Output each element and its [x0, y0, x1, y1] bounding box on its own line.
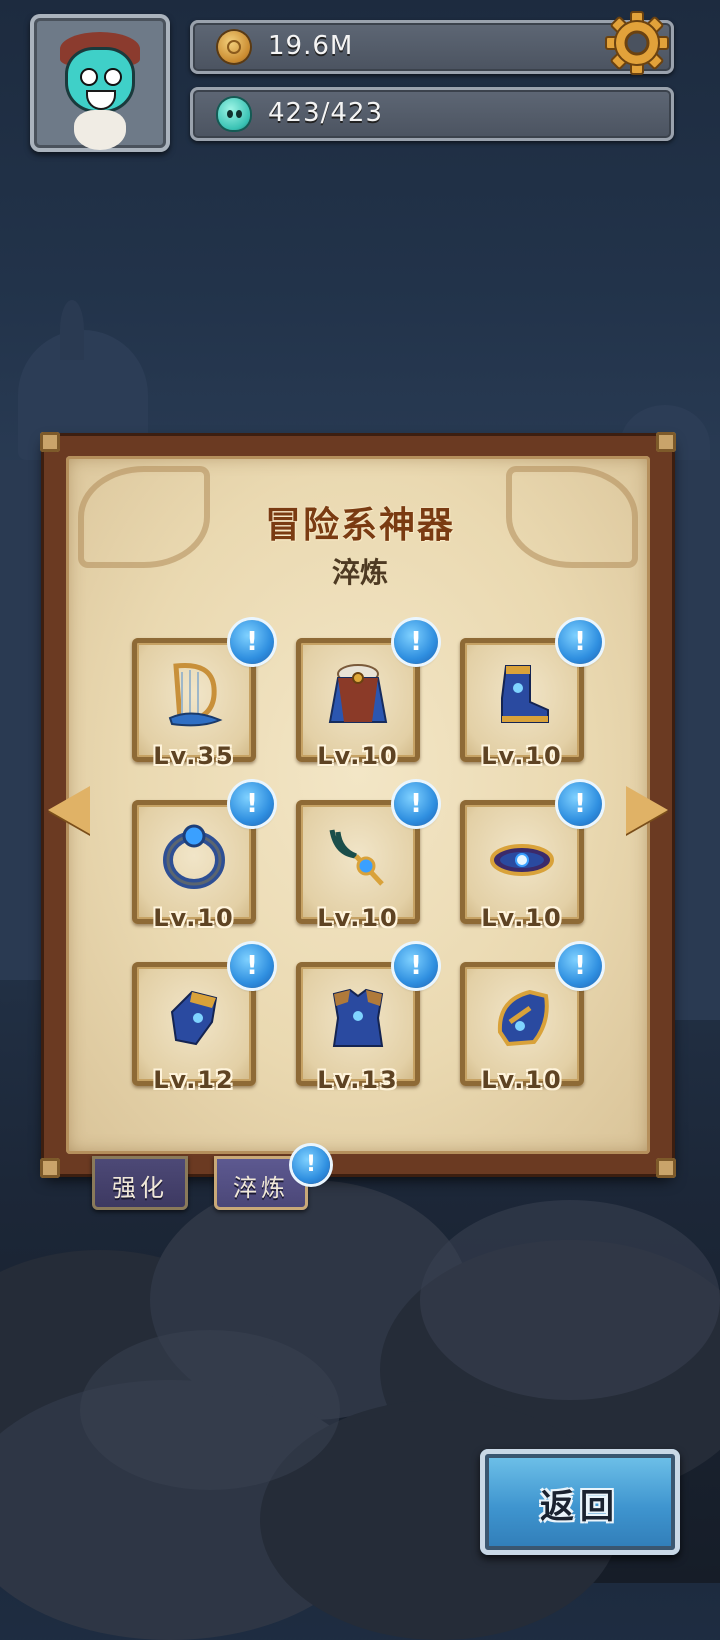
crown-icon — [490, 844, 554, 876]
artifact-slot[interactable]: Lv.10 ! — [460, 620, 602, 770]
artifact-slot[interactable]: Lv.10 ! — [296, 620, 438, 770]
gauntlet-icon — [170, 990, 218, 1046]
notification-badge-icon: ! — [292, 1146, 330, 1184]
artifact-slot[interactable]: Lv.10 ! — [132, 782, 274, 932]
coin-amount: 19.6M — [268, 31, 354, 61]
panel-title: 冒险系神器 — [264, 505, 455, 546]
artifact-level: Lv.10 — [481, 742, 563, 770]
previous-page-arrow-icon[interactable] — [48, 786, 90, 834]
artifact-slot[interactable]: Lv.12 ! — [132, 944, 274, 1094]
artifact-slot[interactable]: Lv.35 ! — [132, 620, 274, 770]
artifact-level: Lv.10 — [481, 904, 563, 932]
next-page-arrow-icon[interactable] — [626, 786, 668, 834]
panel-subtitle: 淬炼 — [331, 556, 388, 589]
tab-strengthen[interactable]: 强化 — [92, 1156, 188, 1210]
cloak-icon — [328, 664, 388, 723]
back-button[interactable]: 返回 — [480, 1449, 680, 1555]
notification-badge-icon: ! — [230, 620, 274, 664]
artifact-level: Lv.35 — [153, 742, 235, 770]
ring-icon — [163, 824, 225, 889]
necklace-icon — [329, 829, 384, 886]
stamina-counter: 423/423 — [190, 87, 674, 141]
notification-badge-icon: ! — [394, 782, 438, 826]
artifact-level: Lv.10 — [481, 1066, 563, 1094]
tab-refine[interactable]: 淬炼 ! — [214, 1146, 330, 1210]
notification-badge-icon: ! — [394, 620, 438, 664]
coin-counter: 19.6M — [190, 20, 674, 74]
coin-icon — [218, 31, 250, 63]
settings-gear-button[interactable] — [604, 10, 670, 76]
artifact-slot[interactable]: Lv.10 ! — [296, 782, 438, 932]
notification-badge-icon: ! — [558, 782, 602, 826]
notification-badge-icon: ! — [230, 944, 274, 988]
player-avatar[interactable] — [30, 14, 170, 152]
stamina-amount: 423/423 — [268, 98, 384, 128]
back-button-label: 返回 — [540, 1487, 620, 1527]
artifact-level: Lv.13 — [317, 1066, 399, 1094]
helmet-icon — [497, 989, 549, 1047]
stamina-slime-icon — [218, 98, 250, 130]
notification-badge-icon: ! — [230, 782, 274, 826]
armor-icon — [332, 988, 384, 1047]
gear-icon — [605, 11, 669, 75]
notification-badge-icon: ! — [558, 944, 602, 988]
harp-icon — [168, 662, 223, 727]
notification-badge-icon: ! — [558, 620, 602, 664]
artifact-slot[interactable]: Lv.10 ! — [460, 782, 602, 932]
notification-badge-icon: ! — [394, 944, 438, 988]
tab-strengthen-label: 强化 — [112, 1174, 168, 1202]
artifact-level: Lv.10 — [317, 904, 399, 932]
boots-icon — [501, 665, 549, 723]
artifact-slot[interactable]: Lv.10 ! — [460, 944, 602, 1094]
artifact-slot[interactable]: Lv.13 ! — [296, 944, 438, 1094]
artifact-level: Lv.10 — [317, 742, 399, 770]
artifact-level: Lv.10 — [153, 904, 235, 932]
artifact-level: Lv.12 — [153, 1066, 235, 1094]
